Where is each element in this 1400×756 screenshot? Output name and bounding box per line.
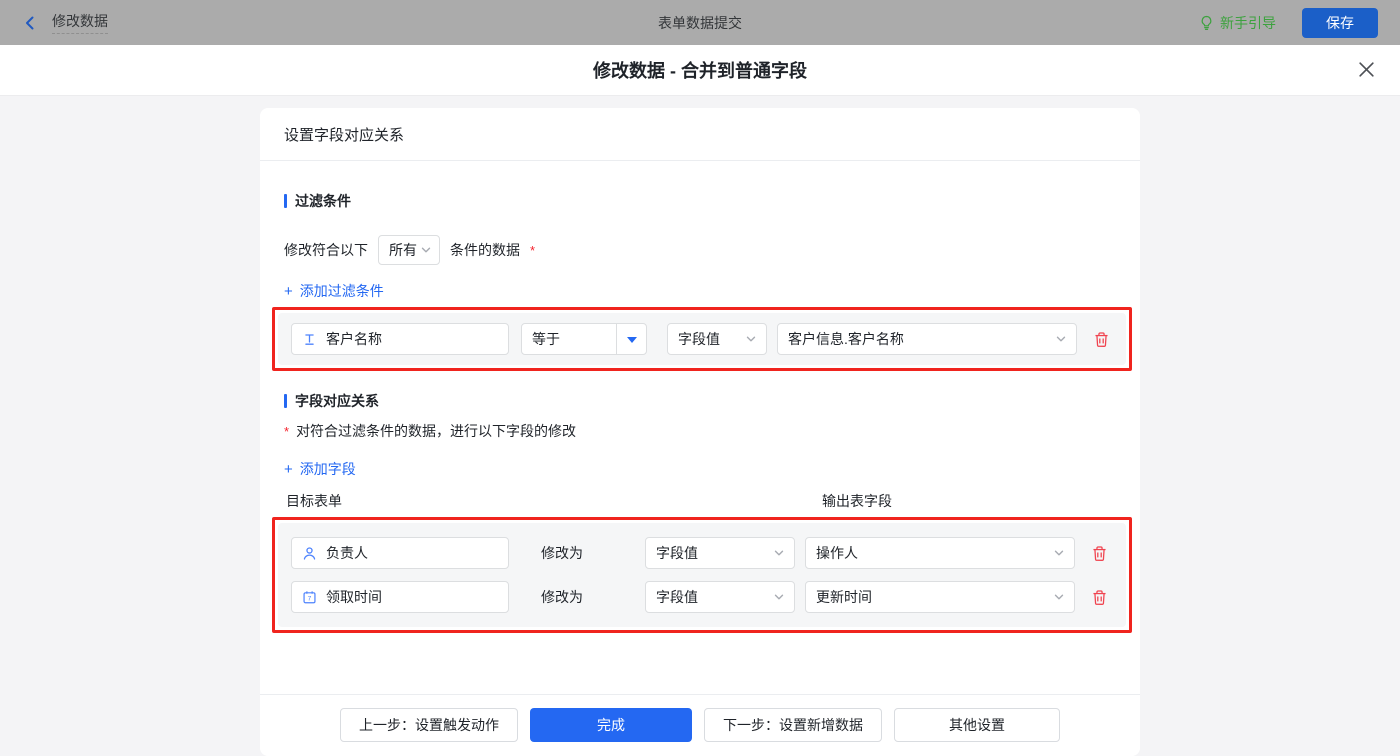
- done-button[interactable]: 完成: [530, 708, 692, 742]
- required-asterisk: *: [530, 242, 536, 258]
- filter-value-type: 字段值: [678, 331, 720, 347]
- back-button[interactable]: [22, 15, 38, 31]
- page-title: 表单数据提交: [658, 14, 742, 31]
- prev-step-button[interactable]: 上一步：设置触发动作: [340, 708, 518, 742]
- triangle-down-icon: [626, 337, 637, 343]
- match-mode-select[interactable]: 所有: [378, 235, 440, 265]
- chevron-down-icon: [421, 247, 431, 253]
- filter-field-value: 客户名称: [326, 331, 382, 347]
- beginner-guide-link[interactable]: 新手引导: [1199, 13, 1276, 33]
- match-suffix-label: 条件的数据: [450, 242, 520, 258]
- add-field-label: 添加字段: [299, 461, 356, 477]
- card-body: 过滤条件 修改符合以下 所有 条件的数据 * + 添加过滤条件 客户名称 等于 …: [260, 191, 1140, 633]
- filter-operator-value: 等于: [532, 331, 560, 347]
- plus-icon: +: [284, 460, 293, 478]
- modify-to-label: 修改为: [541, 589, 583, 605]
- lightbulb-icon: [1201, 15, 1212, 30]
- dialog-title: 修改数据 - 合并到普通字段: [593, 61, 807, 81]
- trash-icon: [1093, 545, 1106, 561]
- mapping-value-select[interactable]: 更新时间: [805, 581, 1075, 613]
- next-step-button[interactable]: 下一步：设置新增数据: [704, 708, 882, 742]
- svg-text:7: 7: [308, 595, 312, 602]
- add-field-link[interactable]: + 添加字段: [284, 459, 356, 479]
- target-field-value: 领取时间: [326, 589, 382, 605]
- dialog-header: 修改数据 - 合并到普通字段: [0, 45, 1400, 95]
- topbar-right: 新手引导 保存: [1048, 7, 1378, 38]
- trash-icon: [1093, 589, 1106, 605]
- save-button[interactable]: 保存: [1302, 7, 1378, 38]
- chevron-down-icon: [746, 336, 756, 342]
- mapping-description-row: * 对符合过滤条件的数据，进行以下字段的修改: [284, 421, 1116, 441]
- chevron-down-icon: [1056, 336, 1066, 342]
- modify-to-label: 修改为: [541, 545, 583, 561]
- mapping-value-type-select[interactable]: 字段值: [645, 581, 795, 613]
- filter-value-select[interactable]: 客户信息.客户名称: [777, 323, 1077, 355]
- target-field-value: 负责人: [326, 545, 368, 561]
- mapping-section-label: 字段对应关系: [295, 393, 379, 409]
- beginner-guide-label: 新手引导: [1220, 14, 1276, 31]
- chevron-down-icon: [774, 594, 784, 600]
- card-title: 设置字段对应关系: [284, 126, 405, 144]
- chevron-down-icon: [774, 550, 784, 556]
- output-field-column-header: 输出表字段: [822, 493, 892, 509]
- card-header: 设置字段对应关系: [260, 108, 1140, 161]
- filter-match-row: 修改符合以下 所有 条件的数据 *: [284, 235, 1116, 265]
- topbar-left: 修改数据: [22, 11, 352, 34]
- add-filter-condition-label: 添加过滤条件: [299, 283, 384, 299]
- mapping-value-type-select[interactable]: 字段值: [645, 537, 795, 569]
- mapping-value: 操作人: [816, 545, 858, 561]
- flow-node-name[interactable]: 修改数据: [52, 11, 108, 34]
- mapping-value: 更新时间: [816, 589, 872, 605]
- topbar: 修改数据 表单数据提交 新手引导 保存: [0, 0, 1400, 45]
- close-icon: [1359, 62, 1374, 77]
- mapping-highlight-box: 负责人 修改为 字段值 操作人 7 领取时间 修改为 字段值 更新时间: [272, 517, 1132, 633]
- mapping-value-select[interactable]: 操作人: [805, 537, 1075, 569]
- other-settings-button[interactable]: 其他设置: [894, 708, 1060, 742]
- plus-icon: +: [284, 282, 293, 300]
- delete-mapping-row-button[interactable]: [1091, 589, 1108, 606]
- text-field-icon: [305, 333, 314, 345]
- mapping-section-title: 字段对应关系: [284, 391, 1116, 411]
- filter-operator-select[interactable]: 等于: [521, 323, 647, 355]
- filter-highlight-box: 客户名称 等于 字段值 客户信息.客户名称: [272, 307, 1132, 371]
- target-field-input[interactable]: 负责人: [291, 537, 509, 569]
- match-mode-value: 所有: [389, 242, 417, 258]
- user-icon: [303, 546, 316, 560]
- mapping-value-type: 字段值: [656, 545, 698, 561]
- section-accent-bar: [284, 394, 287, 408]
- card-footer: 上一步：设置触发动作 完成 下一步：设置新增数据 其他设置: [260, 694, 1140, 756]
- mapping-description: 对符合过滤条件的数据，进行以下字段的修改: [296, 423, 577, 439]
- add-filter-condition-link[interactable]: + 添加过滤条件: [284, 281, 384, 301]
- section-accent-bar: [284, 194, 287, 208]
- required-asterisk: *: [284, 423, 290, 439]
- operator-caret-button[interactable]: [616, 324, 646, 354]
- mapping-row: 7 领取时间 修改为 字段值 更新时间: [291, 581, 1113, 613]
- filter-condition-panel: 客户名称 等于 字段值 客户信息.客户名称: [278, 313, 1126, 365]
- mapping-panel: 负责人 修改为 字段值 操作人 7 领取时间 修改为 字段值 更新时间: [278, 523, 1126, 627]
- filter-section-title: 过滤条件: [284, 191, 1116, 211]
- filter-value-type-select[interactable]: 字段值: [667, 323, 767, 355]
- chevron-down-icon: [1054, 550, 1064, 556]
- target-form-column-header: 目标表单: [286, 493, 342, 509]
- mapping-column-headers: 目标表单 输出表字段: [284, 491, 1116, 511]
- mapping-value-type: 字段值: [656, 589, 698, 605]
- filter-condition-row: 客户名称 等于 字段值 客户信息.客户名称: [291, 323, 1113, 355]
- mapping-row: 负责人 修改为 字段值 操作人: [291, 537, 1113, 569]
- trash-icon: [1095, 331, 1108, 347]
- dialog-body: 设置字段对应关系 过滤条件 修改符合以下 所有 条件的数据 * + 添加过滤条件: [0, 95, 1400, 756]
- calendar-icon: 7: [303, 590, 316, 603]
- close-button[interactable]: [1357, 60, 1376, 79]
- match-prefix-label: 修改符合以下: [284, 242, 368, 258]
- settings-card: 设置字段对应关系 过滤条件 修改符合以下 所有 条件的数据 * + 添加过滤条件: [260, 108, 1140, 756]
- chevron-down-icon: [1054, 594, 1064, 600]
- delete-filter-row-button[interactable]: [1093, 331, 1110, 348]
- filter-section-label: 过滤条件: [295, 193, 351, 209]
- filter-value: 客户信息.客户名称: [788, 331, 904, 347]
- delete-mapping-row-button[interactable]: [1091, 545, 1108, 562]
- target-field-input[interactable]: 7 领取时间: [291, 581, 509, 613]
- filter-field-input[interactable]: 客户名称: [291, 323, 509, 355]
- chevron-left-icon: [26, 16, 34, 29]
